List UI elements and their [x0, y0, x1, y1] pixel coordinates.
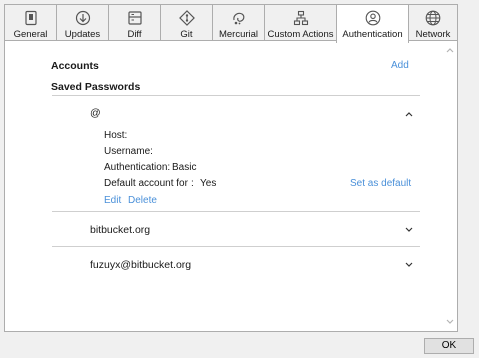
authentication-panel: Accounts Add Saved Passwords @ Host: Use… — [4, 40, 458, 332]
delete-link[interactable]: Delete — [128, 195, 157, 206]
saved-password-item-name[interactable]: bitbucket.org — [90, 224, 150, 236]
tab-diff[interactable]: Diff — [108, 4, 161, 40]
tab-general-label: General — [13, 29, 48, 40]
git-icon — [178, 10, 195, 26]
custom-actions-icon — [293, 10, 308, 26]
saved-passwords-heading: Saved Passwords — [51, 81, 141, 93]
mercurial-icon — [232, 12, 244, 25]
tab-mercurial[interactable]: Mercurial — [212, 4, 265, 40]
tab-git[interactable]: Git — [160, 4, 213, 40]
tab-git-label: Git — [180, 29, 193, 40]
default-account-value: Yes — [200, 178, 217, 189]
host-label: Host: — [104, 130, 128, 141]
accounts-heading: Accounts — [51, 60, 99, 72]
vertical-scrollbar[interactable] — [443, 41, 457, 331]
chevron-up-icon[interactable] — [405, 111, 413, 117]
authentication-icon — [365, 10, 380, 26]
general-icon — [24, 10, 37, 26]
tab-authentication[interactable]: Authentication — [336, 4, 409, 43]
tab-updates[interactable]: Updates — [56, 4, 109, 40]
divider — [52, 211, 420, 212]
tab-diff-label: Diff — [127, 29, 142, 40]
authentication-label: Authentication: — [104, 162, 171, 173]
divider — [52, 246, 420, 247]
default-account-separator: : — [191, 178, 194, 189]
add-account-link[interactable]: Add — [391, 60, 409, 71]
tab-network[interactable]: Network — [408, 4, 458, 40]
chevron-down-icon[interactable] — [405, 262, 413, 268]
set-as-default-link[interactable]: Set as default — [350, 178, 411, 189]
tab-custom-actions-label: Custom Actions — [267, 29, 334, 40]
tab-updates-label: Updates — [64, 29, 101, 40]
authentication-value: Basic — [172, 162, 197, 173]
edit-link[interactable]: Edit — [104, 195, 121, 206]
tab-authentication-label: Authentication — [342, 29, 403, 40]
saved-password-item-name[interactable]: @ — [90, 107, 101, 119]
saved-password-item-name[interactable]: fuzuyx@bitbucket.org — [90, 259, 191, 271]
chevron-down-icon[interactable] — [405, 227, 413, 233]
default-account-label: Default account for — [104, 178, 188, 189]
scroll-down-arrow-icon[interactable] — [446, 319, 454, 325]
updates-icon — [75, 10, 90, 26]
preferences-tab-bar: General Updates Diff Git Mercurial Custo… — [4, 4, 458, 43]
username-label: Username: — [104, 146, 153, 157]
tab-custom-actions[interactable]: Custom Actions — [264, 4, 337, 40]
ok-button[interactable]: OK — [424, 338, 474, 354]
tab-mercurial-label: Mercurial — [218, 29, 259, 40]
diff-icon — [127, 11, 142, 25]
divider — [52, 95, 420, 96]
tab-network-label: Network — [415, 29, 451, 40]
globe-icon — [425, 10, 441, 26]
tab-general[interactable]: General — [4, 4, 57, 40]
scroll-up-arrow-icon[interactable] — [446, 47, 454, 53]
